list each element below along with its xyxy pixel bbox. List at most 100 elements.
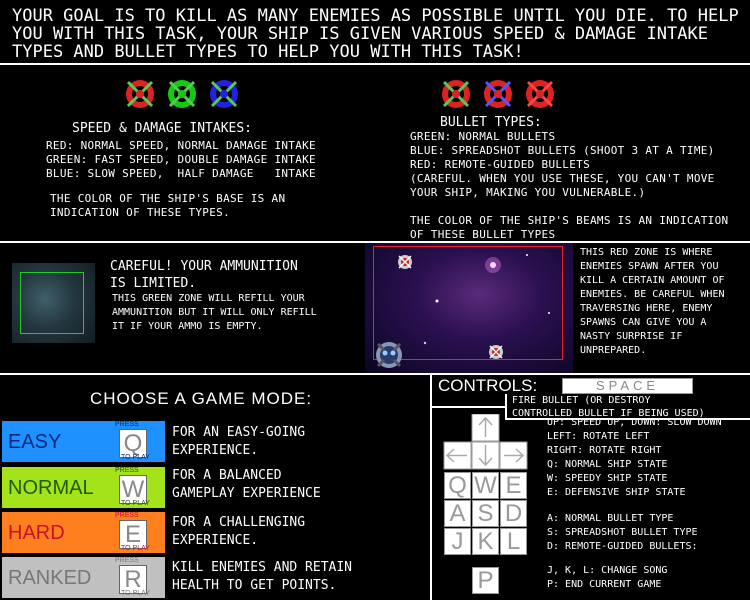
game-mode-heading: CHOOSE A GAME MODE: [90,389,313,408]
hard-mode-desc-2: EXPERIENCE. [172,533,259,548]
blue-ship-icon [210,80,238,108]
a-control-desc: A: NORMAL BULLET TYPE [547,513,674,524]
easy-mode-desc-1: FOR AN EASY-GOING [172,425,306,440]
up-arrow-key-icon [471,414,500,442]
redzone-line-4: ENEMIES. BE CAREFUL WHEN [580,289,725,300]
s-control-desc: S: SPREADSHOT BULLET TYPE [547,527,698,538]
enemy-ship-icon [398,255,412,269]
d-control-desc: D: REMOTE-GUIDED BULLETS: [547,541,698,552]
speed-blue-line: BLUE: SLOW SPEED, HALF DAMAGE INTAKE [46,167,316,180]
s-key-icon: S [472,500,499,527]
to-play-label: TO PLAY [121,545,150,552]
hard-mode-desc-1: FOR A CHALLENGING [172,515,306,530]
star [526,254,528,256]
enemy-ship-icon [489,345,503,359]
intro-line-1: YOUR GOAL IS TO KILL AS MANY ENEMIES AS … [12,6,739,26]
green-refill-zone [20,272,84,334]
easy-mode-desc-2: EXPERIENCE. [172,443,259,458]
p-control-desc: P: END CURRENT GAME [547,579,662,590]
ammo-line-2: AMMUNITION BUT IT WILL ONLY REFILL [112,307,317,318]
bullets-heading: BULLET TYPES: [440,115,542,130]
bullets-warning-2: YOUR SHIP, MAKING YOU VULNERABLE.) [410,186,646,199]
speed-red-line: RED: NORMAL SPEED, NORMAL DAMAGE INTAKE [46,139,316,152]
press-label: PRESS [115,557,139,564]
k-key-icon: K [472,528,499,555]
divider-bottom [0,373,750,375]
controls-divider-left [432,406,506,408]
star [423,341,427,345]
controls-heading: CONTROLS: [438,376,538,395]
jkl-control-desc: J, K, L: CHANGE SONG [547,565,668,576]
down-arrow-key-icon [471,441,500,470]
red-ship-icon [126,80,154,108]
bullets-red-line: RED: REMOTE-GUIDED BULLETS [410,158,590,171]
ammo-title-2: IS LIMITED. [110,276,197,291]
ranked-mode-desc-1: KILL ENEMIES AND RETAIN [172,560,353,575]
ammo-zone-preview [12,263,95,343]
hard-mode-button[interactable]: HARD PRESS E TO PLAY [2,512,165,553]
redzone-line-6: SPAWNS CAN GIVE YOU A [580,317,707,328]
e-key-icon: E [500,472,527,499]
a-key-icon: A [444,500,471,527]
ranked-mode-desc-2: HEALTH TO GET POINTS. [172,578,337,593]
bullet-type-ship-icons [442,80,554,108]
redzone-line-3: KILL A CERTAIN AMOUNT OF [580,275,725,286]
p-key-icon: P [472,567,499,594]
redzone-line-5: TRAVERSING HERE, ENEMY [580,303,713,314]
to-play-label: TO PLAY [121,590,150,597]
redzone-line-8: UNPREPARED. [580,345,647,356]
speed-note-1: THE COLOR OF THE SHIP'S BASE IS AN [50,192,286,205]
arrow-keys [443,414,528,470]
green-beam-ship-icon [442,80,470,108]
ammo-line-3: IT IF YOUR AMMO IS EMPTY. [112,321,263,332]
blue-beam-ship-icon [484,80,512,108]
player-ship-icon [376,342,402,368]
left-arrow-key-icon [443,441,472,470]
normal-mode-button[interactable]: NORMAL PRESS W TO PLAY [2,467,165,508]
divider-top [0,63,750,65]
w-key-icon: W [472,472,499,499]
easy-mode-button[interactable]: EASY PRESS Q TO PLAY [2,421,165,462]
arrows-desc-3: RIGHT: ROTATE RIGHT [547,445,662,456]
press-label: PRESS [115,421,139,428]
arrows-desc-1: UP: SPEED UP, DOWN: SLOW DOWN [547,417,722,428]
redzone-line-7: NASTY SURPRISE IF [580,331,683,342]
star-glow [485,257,501,273]
normal-mode-desc-1: FOR A BALANCED [172,468,282,483]
l-key-icon: L [500,528,527,555]
ammo-line-1: THIS GREEN ZONE WILL REFILL YOUR [112,293,305,304]
space-scene [365,243,573,373]
bullets-warning-1: (CAREFUL. WHEN YOU USE THESE, YOU CAN'T … [410,172,715,185]
easy-mode-label: EASY [8,431,62,453]
normal-mode-desc-2: GAMEPLAY EXPERIENCE [172,486,321,501]
w-control-desc: W: SPEEDY SHIP STATE [547,473,668,484]
space-key-icon: SPACE [562,378,693,394]
space-desc-1: FIRE BULLET (OR DESTROY [512,395,651,406]
star [548,312,550,314]
bullets-green-line: GREEN: NORMAL BULLETS [410,130,556,143]
normal-mode-label: NORMAL [8,477,94,499]
green-ship-icon [168,80,196,108]
d-key-icon: D [500,500,527,527]
intro-line-2: YOU WITH THIS TASK, YOUR SHIP IS GIVEN V… [12,24,708,44]
space-scene-sprites [376,254,550,368]
e-control-desc: E: DEFENSIVE SHIP STATE [547,487,686,498]
speed-heading: SPEED & DAMAGE INTAKES: [72,121,253,136]
right-arrow-key-icon [499,441,528,470]
press-label: PRESS [115,512,139,519]
q-key-icon: Q [444,472,471,499]
press-label: PRESS [115,467,139,474]
to-play-label: TO PLAY [121,500,150,507]
ammo-title-1: CAREFUL! YOUR AMMUNITION [110,259,298,274]
hard-mode-label: HARD [8,522,65,544]
star [435,299,439,303]
to-play-label: TO PLAY [121,454,150,461]
ranked-mode-label: RANKED [8,567,92,589]
bullets-note-2: OF THESE BULLET TYPES [410,228,556,241]
speed-note-2: INDICATION OF THESE TYPES. [50,206,230,219]
speed-green-line: GREEN: FAST SPEED, DOUBLE DAMAGE INTAKE [46,153,316,166]
speed-type-ship-icons [126,80,238,108]
ranked-mode-button[interactable]: RANKED PRESS R TO PLAY [2,557,165,598]
arrows-desc-2: LEFT: ROTATE LEFT [547,431,650,442]
j-key-icon: J [444,528,471,555]
